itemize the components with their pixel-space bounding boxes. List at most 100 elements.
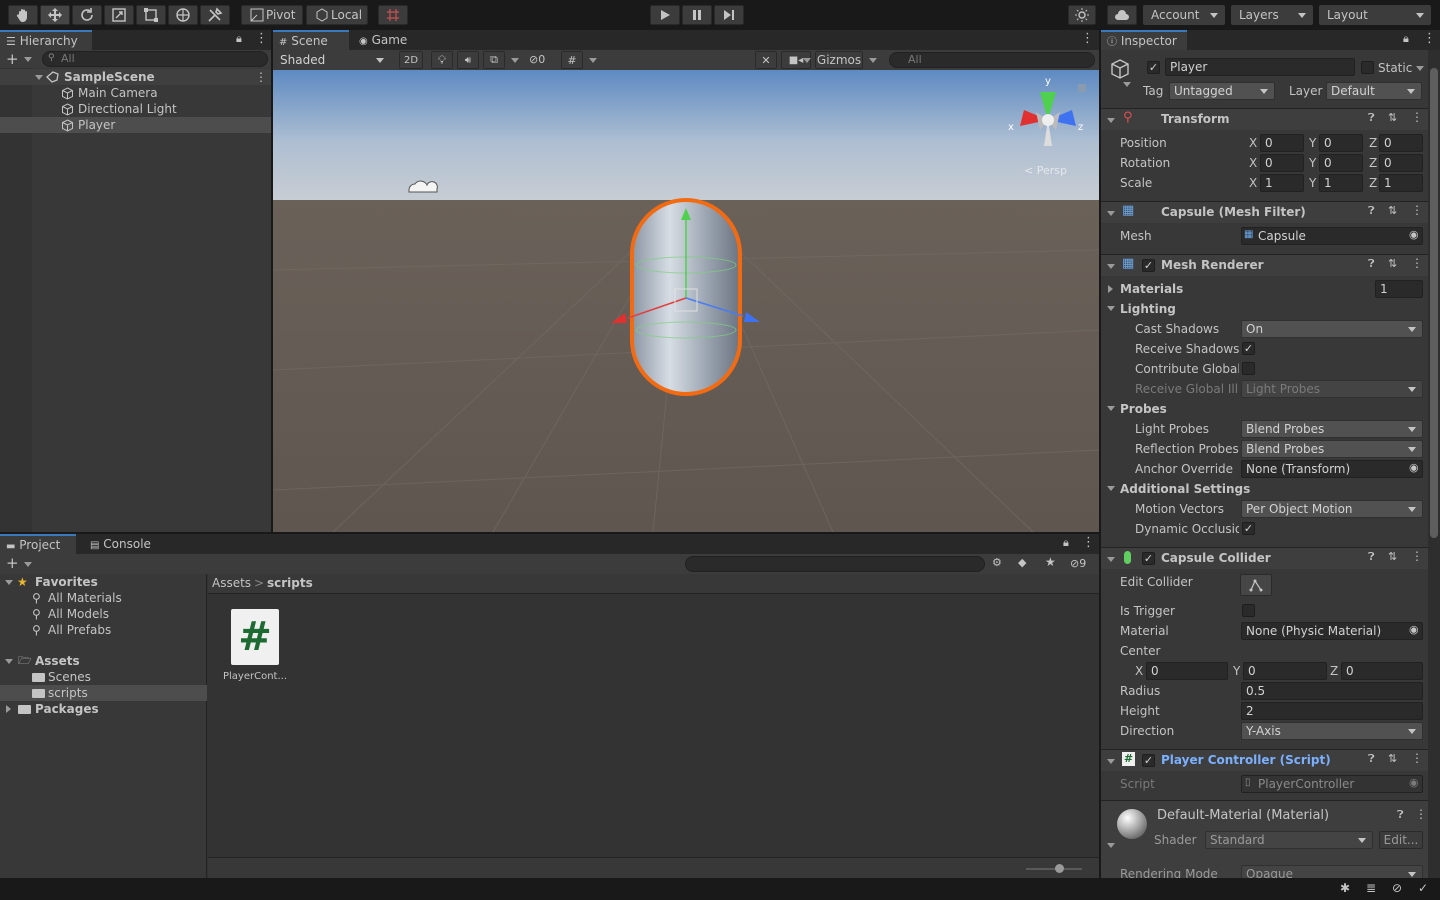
layers-dropdown[interactable]: Layers [1231,5,1313,25]
tab-project[interactable]: ▬ Project [0,534,76,554]
gizmos-toggle[interactable]: Gizmos [815,51,863,69]
additional-settings-label[interactable]: Additional Settings [1120,481,1250,497]
capsule-collider-header[interactable]: ✓ Capsule Collider ❓︎ ⇅ ⋮ [1101,547,1428,569]
scene-row[interactable]: SampleScene ⋮ [0,69,271,85]
filter-type-icon[interactable]: ⚙ [992,556,1002,569]
rotation-y-field[interactable]: 0 [1319,154,1363,172]
hidden-packages-toggle[interactable]: ⊘9 [1070,557,1086,570]
preset-icon[interactable]: ⇅ [1388,111,1397,124]
collapse-icon[interactable] [1108,285,1113,293]
2d-toggle-button[interactable]: 2D [399,51,423,69]
gizmos-dropdown-arrow-icon[interactable] [869,58,877,63]
rect-tool-button[interactable] [136,5,166,25]
object-picker-icon[interactable]: ◉ [1409,461,1419,474]
enabled-checkbox[interactable]: ✓ [1142,552,1155,565]
tab-console[interactable]: ▤ Console [84,534,164,554]
bug-icon[interactable]: ✱ [1340,881,1350,895]
hierarchy-item-selected[interactable]: Player [0,117,271,133]
expand-icon[interactable] [1107,118,1115,123]
tab-inspector[interactable]: ⓘ Inspector [1101,30,1187,50]
lock-icon[interactable]: 🔒︎ [1063,536,1069,550]
enabled-checkbox[interactable]: ✓ [1142,754,1155,767]
assets-row[interactable]: 🗁 Assets [0,653,207,669]
component-menu-icon[interactable]: ⋮ [1411,203,1423,217]
position-z-field[interactable]: 0 [1379,134,1423,152]
account-dropdown[interactable]: Account [1143,5,1225,25]
play-button[interactable] [650,5,680,25]
expand-icon[interactable] [1107,406,1115,411]
light-settings-button[interactable] [1068,5,1096,25]
zoom-slider-thumb[interactable] [1055,864,1064,873]
component-menu-icon[interactable]: ⋮ [1411,256,1423,270]
motion-vectors-dropdown[interactable]: Per Object Motion [1241,500,1423,518]
expand-icon[interactable] [5,580,13,585]
anchor-override-field[interactable]: None (Transform) [1241,460,1423,478]
pause-button[interactable] [682,5,712,25]
enabled-checkbox[interactable]: ✓ [1142,259,1155,272]
icon-dropdown-arrow-icon[interactable] [1123,82,1131,87]
lighting-label[interactable]: Lighting [1120,301,1176,317]
rotation-x-field[interactable]: 0 [1260,154,1304,172]
breadcrumb-current[interactable]: scripts [267,576,313,590]
dynamic-occlusion-checkbox[interactable]: ✓ [1242,522,1255,535]
audio-toggle[interactable]: 🔊︎ [457,51,479,69]
component-menu-icon[interactable]: ⋮ [1411,549,1423,563]
more-options-icon[interactable]: ⋮ [1082,535,1095,550]
layers-stack-icon[interactable]: ≣ [1366,881,1376,895]
expand-icon[interactable] [1107,759,1115,764]
object-picker-icon[interactable]: ◉ [1409,623,1419,636]
add-dropdown-arrow-icon[interactable] [24,57,32,62]
scene-search-input[interactable]: All [889,52,1095,68]
help-icon[interactable]: ❓︎ [1368,111,1375,125]
mesh-renderer-header[interactable]: ▦ ✓ Mesh Renderer ❓︎ ⇅ ⋮ [1101,254,1428,276]
expand-icon[interactable] [1107,264,1115,269]
grid-dropdown-arrow-icon[interactable] [589,58,597,63]
scene-menu-icon[interactable]: ⋮ [255,69,267,85]
expand-icon[interactable] [1107,557,1115,562]
expand-icon[interactable] [35,75,43,80]
light-probes-dropdown[interactable]: Blend Probes [1241,420,1423,438]
object-name-field[interactable]: Player [1165,58,1355,76]
layer-dropdown[interactable]: Default [1326,82,1422,100]
component-menu-icon[interactable]: ⋮ [1411,751,1423,765]
hierarchy-search-input[interactable]: All [42,51,268,67]
scale-x-field[interactable]: 1 [1260,174,1304,192]
receive-shadows-checkbox[interactable]: ✓ [1242,342,1255,355]
filter-label-icon[interactable]: ◆ [1018,556,1026,569]
probes-label[interactable]: Probes [1120,401,1167,417]
inspector-scrollbar[interactable] [1428,50,1440,878]
collapse-icon[interactable] [6,705,11,713]
pivot-toggle[interactable]: Pivot [241,5,303,25]
center-z-field[interactable]: 0 [1341,662,1423,680]
hierarchy-item[interactable]: Directional Light [0,101,271,117]
expand-icon[interactable] [5,659,13,664]
reflection-probes-dropdown[interactable]: Blend Probes [1241,440,1423,458]
projection-label[interactable]: < Persp [1024,164,1067,177]
preset-icon[interactable]: ⇅ [1388,204,1397,217]
project-search-input[interactable] [685,556,985,572]
position-x-field[interactable]: 0 [1260,134,1304,152]
camera-dropdown-arrow-icon[interactable] [803,58,811,63]
tab-hierarchy[interactable]: ☰ Hierarchy [0,30,92,50]
folder-item[interactable]: Scenes [0,669,207,685]
help-icon[interactable]: ❓︎ [1368,257,1375,271]
step-button[interactable] [714,5,744,25]
add-icon[interactable]: + [6,50,19,68]
rendering-mode-dropdown[interactable]: Opaque [1241,865,1423,878]
tab-game[interactable]: ◉ Game [353,30,423,50]
edit-shader-button[interactable]: Edit... [1379,831,1423,849]
player-controller-header[interactable]: # ✓ Player Controller (Script) ❓︎ ⇅ ⋮ [1101,749,1428,771]
scene-visibility-toggle[interactable]: ⊘0 [529,52,545,68]
auto-generate-lighting-icon[interactable]: ⊘ [1392,881,1402,895]
preset-icon[interactable]: ⇅ [1388,752,1397,765]
packages-row[interactable]: Packages [0,701,207,717]
add-dropdown-arrow-icon[interactable] [24,562,32,567]
direction-dropdown[interactable]: Y-Axis [1241,722,1423,740]
active-checkbox[interactable]: ✓ [1147,61,1160,74]
component-menu-icon[interactable]: ⋮ [1415,807,1427,821]
materials-label[interactable]: Materials [1120,281,1183,297]
help-icon[interactable]: ❓︎ [1397,808,1404,822]
scrollbar-thumb[interactable] [1430,68,1438,538]
is-trigger-checkbox[interactable] [1242,604,1255,617]
scale-y-field[interactable]: 1 [1319,174,1363,192]
